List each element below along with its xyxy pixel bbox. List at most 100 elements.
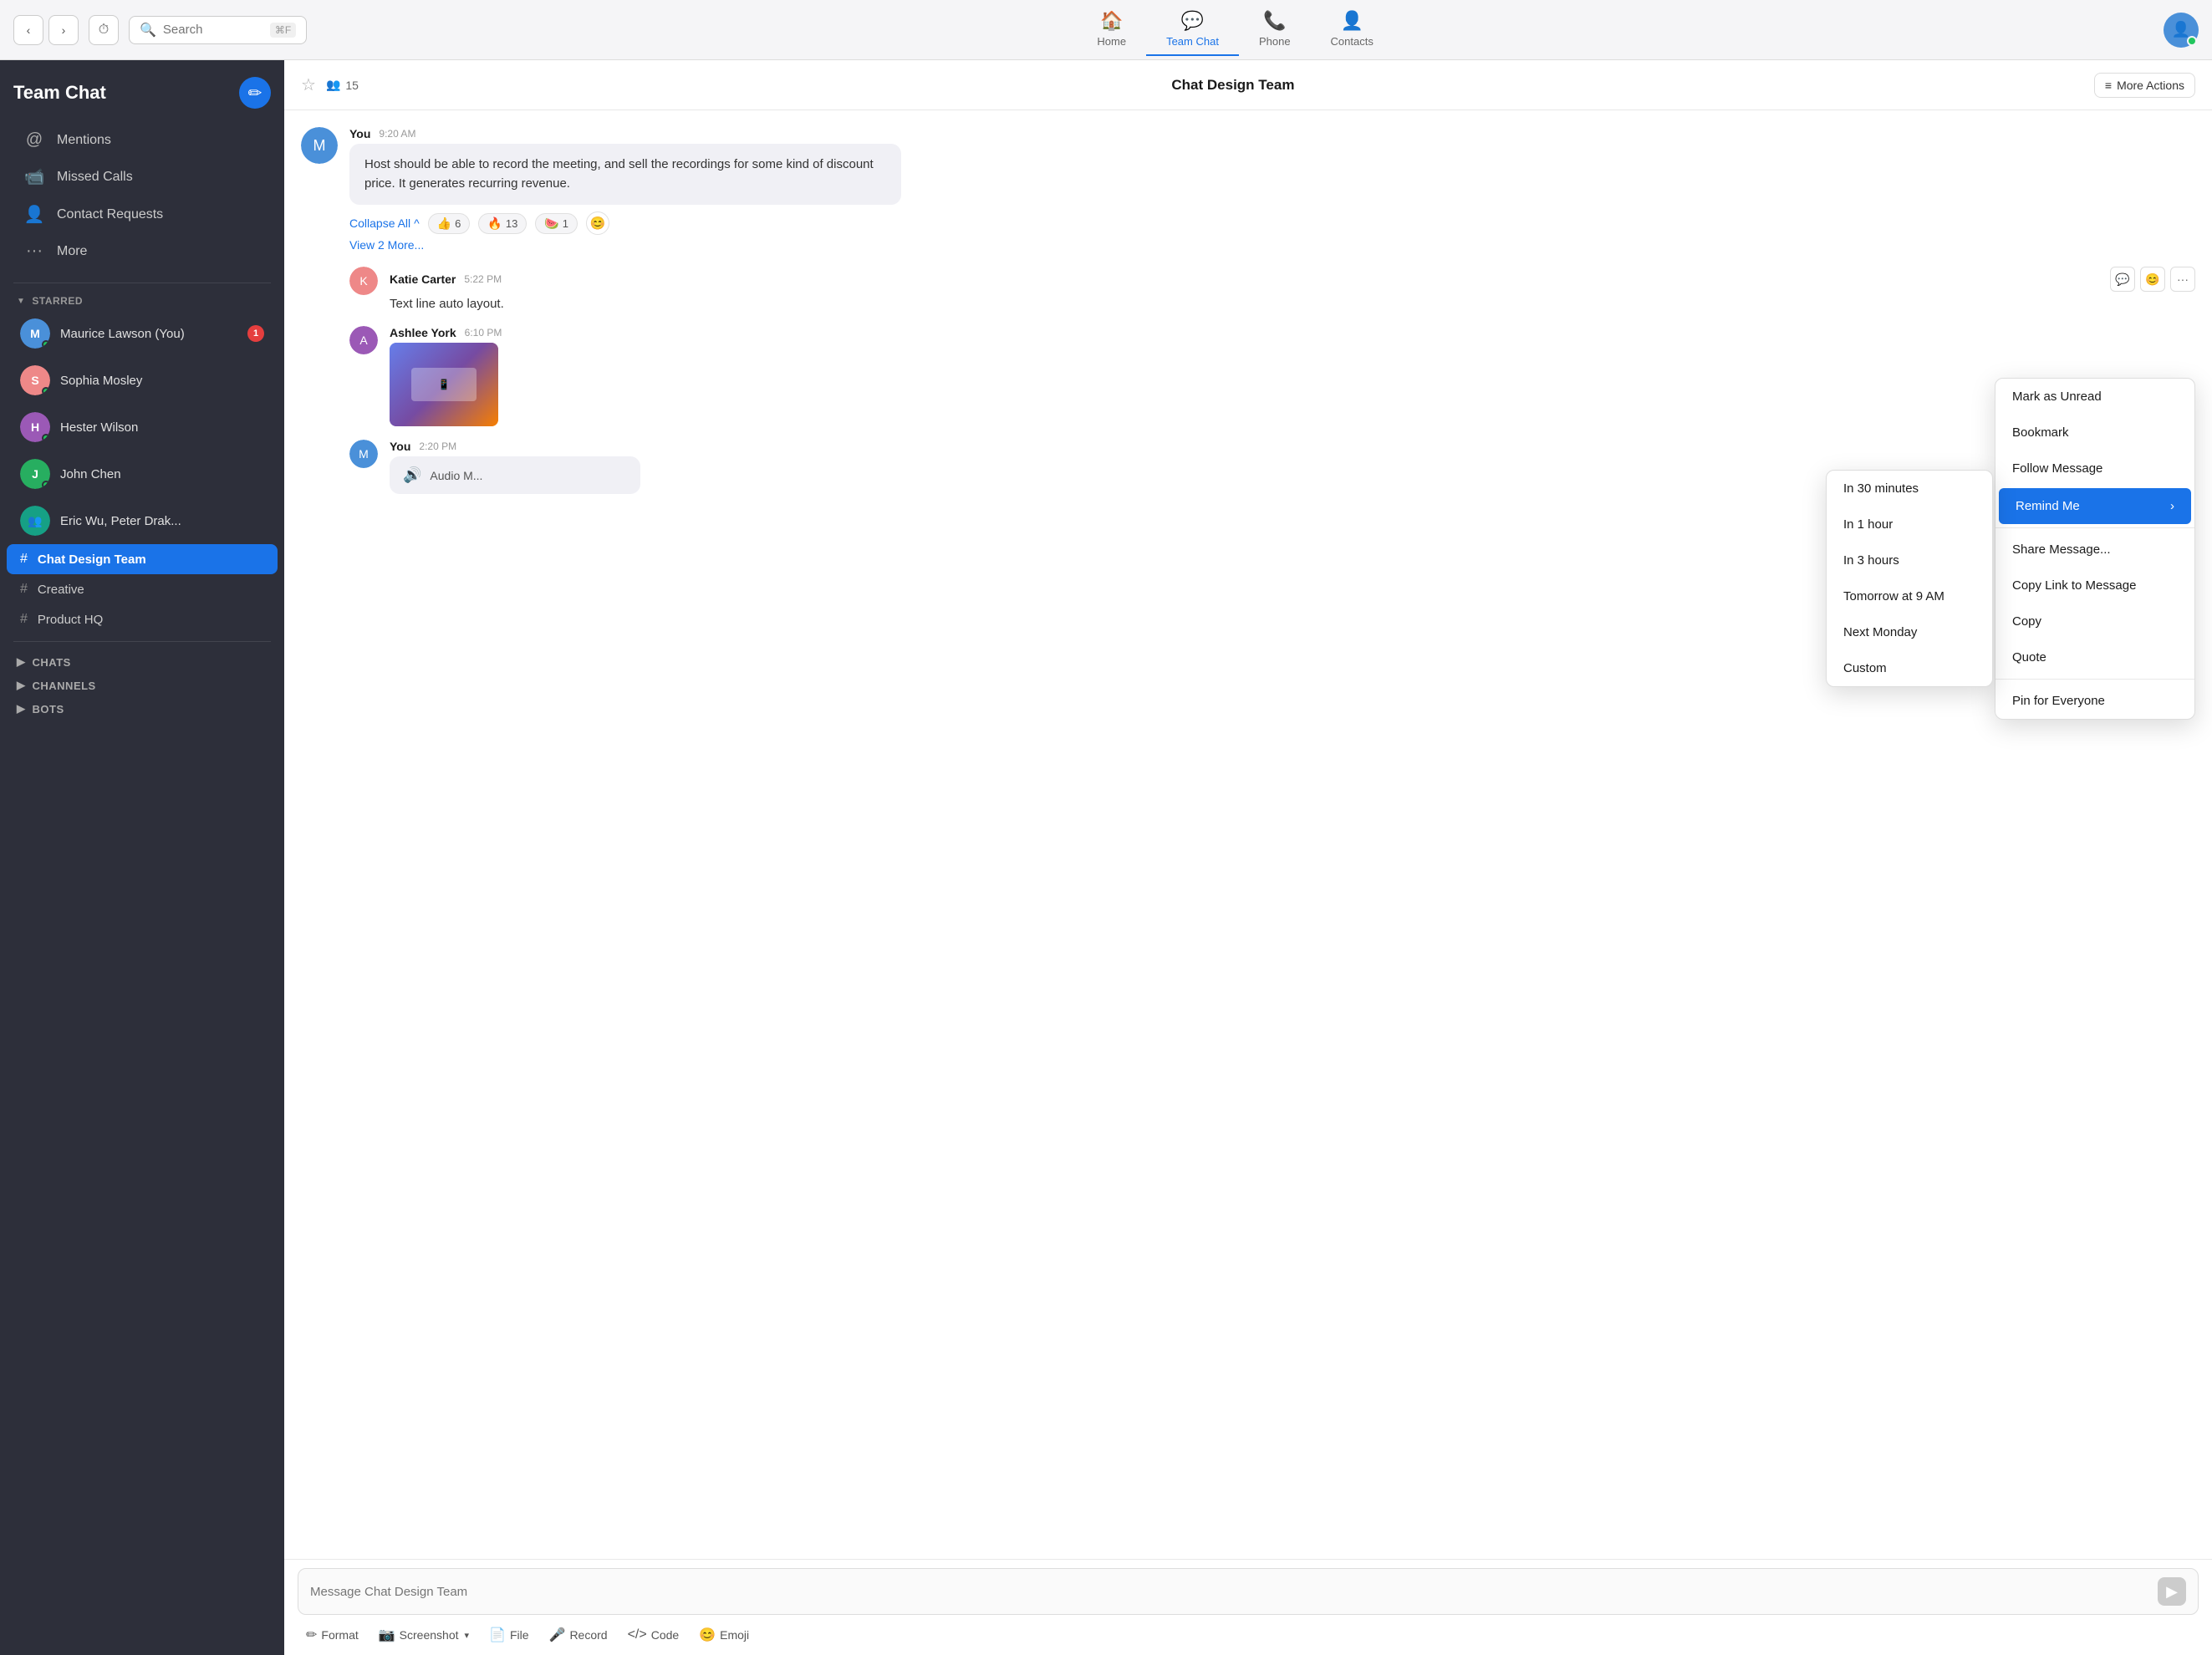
starred-section-header[interactable]: ▼ STARRED (0, 290, 284, 310)
menu-item-mark-unread[interactable]: Mark as Unread (1995, 379, 2194, 415)
reaction-watermelon[interactable]: 🍉 1 (535, 213, 578, 234)
reply-button-katie[interactable]: 💬 (2110, 267, 2135, 292)
star-button[interactable]: ☆ (301, 74, 316, 95)
menu-item-remind-me[interactable]: Remind Me › (1999, 488, 2191, 524)
sidebar-item-mentions[interactable]: @ Mentions (7, 122, 278, 158)
chat-title: Chat Design Team (372, 77, 2094, 94)
more-label: More (57, 244, 87, 259)
menu-item-bookmark[interactable]: Bookmark (1995, 415, 2194, 451)
contact-item-maurice[interactable]: M Maurice Lawson (You) 1 (7, 310, 278, 357)
contact-item-eric-peter[interactable]: 👥 Eric Wu, Peter Drak... (7, 497, 278, 544)
missed-calls-label: Missed Calls (57, 170, 133, 185)
message-time-1: 9:20 AM (379, 128, 415, 140)
code-icon: </> (628, 1627, 647, 1642)
tab-phone-label: Phone (1259, 35, 1291, 48)
audio-message[interactable]: 🔊 Audio M... (390, 456, 640, 494)
screenshot-button[interactable]: 📷 Screenshot ▾ (370, 1622, 477, 1648)
history-button[interactable]: ⏱ (89, 15, 119, 45)
avatar-hester: H (20, 412, 50, 442)
avatar-sophia: S (20, 365, 50, 395)
sidebar-divider-2 (13, 641, 271, 642)
message-group-katie: K Katie Carter 5:22 PM 💬 😊 ··· T (349, 267, 2195, 313)
menu-item-share-message[interactable]: Share Message... (1995, 532, 2194, 568)
submenu-item-tomorrow[interactable]: Tomorrow at 9 AM (1827, 578, 1992, 614)
avatar-katie: K (349, 267, 378, 295)
reaction-count-watermelon: 1 (563, 217, 568, 230)
message-group-1: M You 9:20 AM Host should be able to rec… (301, 127, 2195, 253)
emoji-button[interactable]: 😊 Emoji (691, 1622, 757, 1648)
contact-item-sophia[interactable]: S Sophia Mosley (7, 357, 278, 404)
more-actions-button[interactable]: ≡ More Actions (2094, 73, 2195, 98)
chats-section[interactable]: ▶ CHATS (0, 649, 284, 672)
contact-name-sophia: Sophia Mosley (60, 374, 264, 388)
sidebar: Team Chat ✏ @ Mentions 📹 Missed Calls 👤 … (0, 60, 284, 1655)
menu-item-copy[interactable]: Copy (1995, 603, 2194, 639)
forward-button[interactable]: › (48, 15, 79, 45)
more-button-katie[interactable]: ··· (2170, 267, 2195, 292)
tab-phone[interactable]: 📞 Phone (1239, 3, 1311, 56)
submenu-item-1hour[interactable]: In 1 hour (1827, 507, 1992, 542)
react-button-katie[interactable]: 😊 (2140, 267, 2165, 292)
message-input[interactable] (310, 1585, 2158, 1599)
thread-ashlee: A Ashlee York 6:10 PM 📱 (349, 326, 2195, 426)
tab-contacts[interactable]: 👤 Contacts (1311, 3, 1394, 56)
channel-name-product-hq: Product HQ (38, 613, 103, 627)
emoji-label: Emoji (720, 1628, 749, 1642)
tab-home[interactable]: 🏠 Home (1077, 3, 1146, 56)
submenu-item-3hours[interactable]: In 3 hours (1827, 542, 1992, 578)
view-more-button[interactable]: View 2 More... (349, 238, 424, 252)
submenu-item-custom[interactable]: Custom (1827, 650, 1992, 686)
menu-item-quote[interactable]: Quote (1995, 639, 2194, 675)
record-button[interactable]: 🎤 Record (541, 1622, 616, 1648)
sidebar-item-contact-requests[interactable]: 👤 Contact Requests (7, 196, 278, 233)
screenshot-icon: 📷 (379, 1627, 395, 1643)
main-layout: Team Chat ✏ @ Mentions 📹 Missed Calls 👤 … (0, 60, 2212, 1655)
submenu-item-30min[interactable]: In 30 minutes (1827, 471, 1992, 507)
back-button[interactable]: ‹ (13, 15, 43, 45)
user-avatar-container[interactable]: 👤 (2164, 13, 2199, 48)
badge-maurice: 1 (247, 325, 264, 342)
format-button[interactable]: ✏ Format (298, 1622, 367, 1648)
channels-section[interactable]: ▶ CHANNELS (0, 672, 284, 695)
message-bubble-1: Host should be able to record the meetin… (349, 144, 901, 205)
send-button[interactable]: ▶ (2158, 1577, 2186, 1606)
message-body-katie: Katie Carter 5:22 PM 💬 😊 ··· Text line a… (390, 267, 2195, 313)
collapse-all-button[interactable]: Collapse All ^ (349, 216, 420, 230)
chevron-up-icon: ^ (414, 216, 420, 230)
contact-item-john[interactable]: J John Chen (7, 451, 278, 497)
menu-item-pin-everyone[interactable]: Pin for Everyone (1995, 683, 2194, 719)
message-group-ashlee: A Ashlee York 6:10 PM 📱 (349, 326, 2195, 426)
add-reaction-button[interactable]: 😊 (586, 211, 609, 235)
phone-icon: 📞 (1263, 10, 1286, 32)
channel-item-creative[interactable]: # Creative (7, 574, 278, 604)
members-icon: 👥 (326, 78, 340, 92)
channel-item-product-hq[interactable]: # Product HQ (7, 604, 278, 634)
message-meta-katie: Katie Carter 5:22 PM 💬 😊 ··· (390, 267, 2195, 292)
search-input[interactable] (163, 23, 263, 37)
new-chat-button[interactable]: ✏ (239, 77, 271, 109)
message-avatar-you: M (301, 127, 338, 164)
submenu-item-next-monday[interactable]: Next Monday (1827, 614, 1992, 650)
tab-teamchat[interactable]: 💬 Team Chat (1146, 3, 1239, 56)
sidebar-item-more[interactable]: ··· More (7, 233, 278, 269)
search-bar[interactable]: 🔍 ⌘F (129, 16, 307, 44)
file-button[interactable]: 📄 File (481, 1622, 537, 1648)
message-text-katie: Text line auto layout. (390, 295, 2195, 313)
bots-section[interactable]: ▶ BOTS (0, 695, 284, 719)
message-meta-you-audio: You 2:20 PM (390, 440, 2195, 453)
menu-item-copy-link[interactable]: Copy Link to Message (1995, 568, 2194, 603)
hash-icon-creative: # (20, 582, 28, 597)
message-reactions-1: Collapse All ^ 👍 6 🔥 13 🍉 (349, 211, 2195, 235)
reaction-count-thumbsup: 6 (455, 217, 461, 230)
reaction-fire[interactable]: 🔥 13 (478, 213, 527, 234)
sidebar-item-missed-calls[interactable]: 📹 Missed Calls (7, 158, 278, 196)
screenshot-label: Screenshot (400, 1628, 459, 1642)
channel-item-chat-design[interactable]: # Chat Design Team (7, 544, 278, 574)
contacts-icon: 👤 (1341, 10, 1363, 32)
menu-item-follow-message[interactable]: Follow Message (1995, 451, 2194, 486)
contact-item-hester[interactable]: H Hester Wilson (7, 404, 278, 451)
file-label: File (510, 1628, 529, 1642)
avatar-img-eric-peter: 👥 (20, 506, 50, 536)
code-button[interactable]: </> Code (619, 1622, 688, 1647)
reaction-thumbsup[interactable]: 👍 6 (428, 213, 471, 234)
